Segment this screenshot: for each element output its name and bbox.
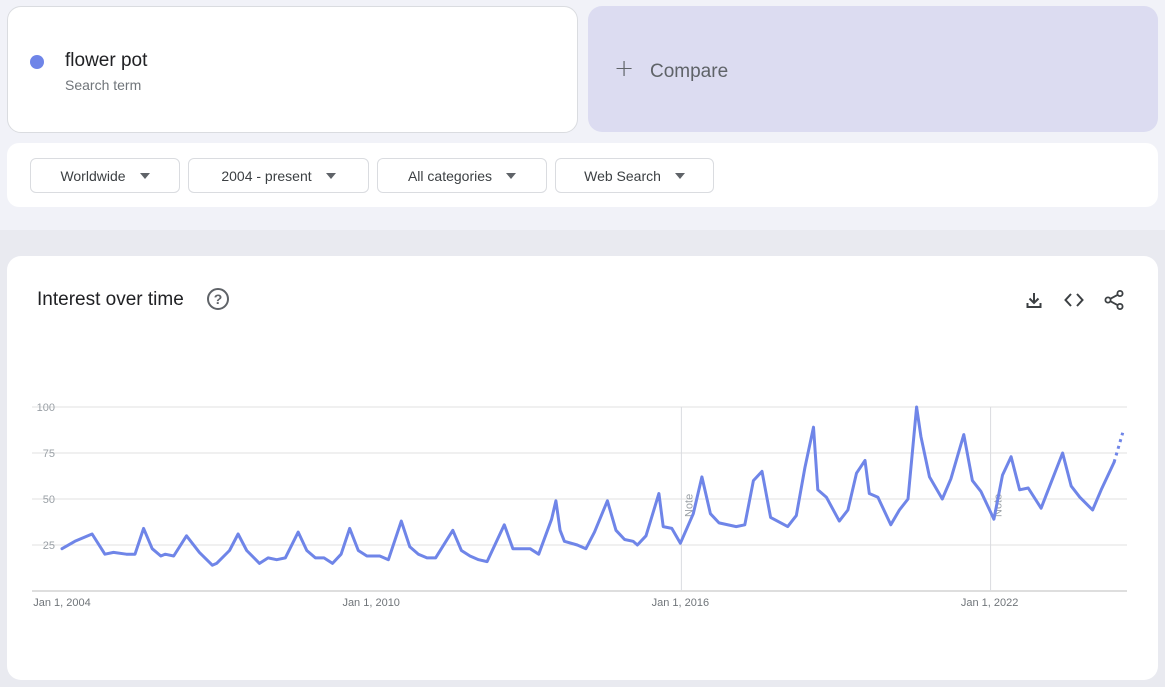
interest-over-time-card: Interest over time ? 25 50 75 100 Jan 1, 200… [7,256,1158,680]
plus-icon: + [614,54,635,82]
search-term-type: Search term [65,77,142,93]
series-partial-segment [1112,432,1125,463]
search-term-name[interactable]: flower pot [65,50,147,72]
caret-down-icon [674,172,685,179]
x-tick-label: Jan 1, 2010 [342,597,400,609]
x-tick-label: Jan 1, 2016 [652,597,710,609]
compare-label: Compare [650,61,729,82]
caret-down-icon [139,172,150,179]
category-filter[interactable]: All categories [377,158,547,193]
time-range-filter-label: 2004 - present [221,167,312,184]
location-filter-label: Worldwide [60,167,126,184]
y-tick-label: 75 [43,448,55,460]
x-tick-label: Jan 1, 2022 [961,597,1019,609]
category-filter-label: All categories [407,167,493,184]
time-range-filter[interactable]: 2004 - present [188,158,369,193]
search-term-card[interactable]: flower pot Search term [7,6,578,133]
y-tick-label: 100 [37,402,55,414]
interest-over-time-chart[interactable]: 25 50 75 100 Jan 1, 2004 Jan 1, 2010 Jan 1, 20… [7,256,1158,680]
caret-down-icon [325,172,336,179]
caret-down-icon [506,172,517,179]
search-type-filter[interactable]: Web Search [555,158,714,193]
search-type-filter-label: Web Search [584,167,661,184]
compare-button[interactable]: + Compare [588,6,1158,132]
y-tick-label: 25 [43,540,55,552]
y-tick-label: 50 [43,494,55,506]
series-color-dot [30,55,44,69]
x-tick-label: Jan 1, 2004 [33,597,91,609]
series-line [60,405,1116,567]
filter-bar: Worldwide 2004 - present All categories … [7,143,1158,207]
location-filter[interactable]: Worldwide [30,158,180,193]
